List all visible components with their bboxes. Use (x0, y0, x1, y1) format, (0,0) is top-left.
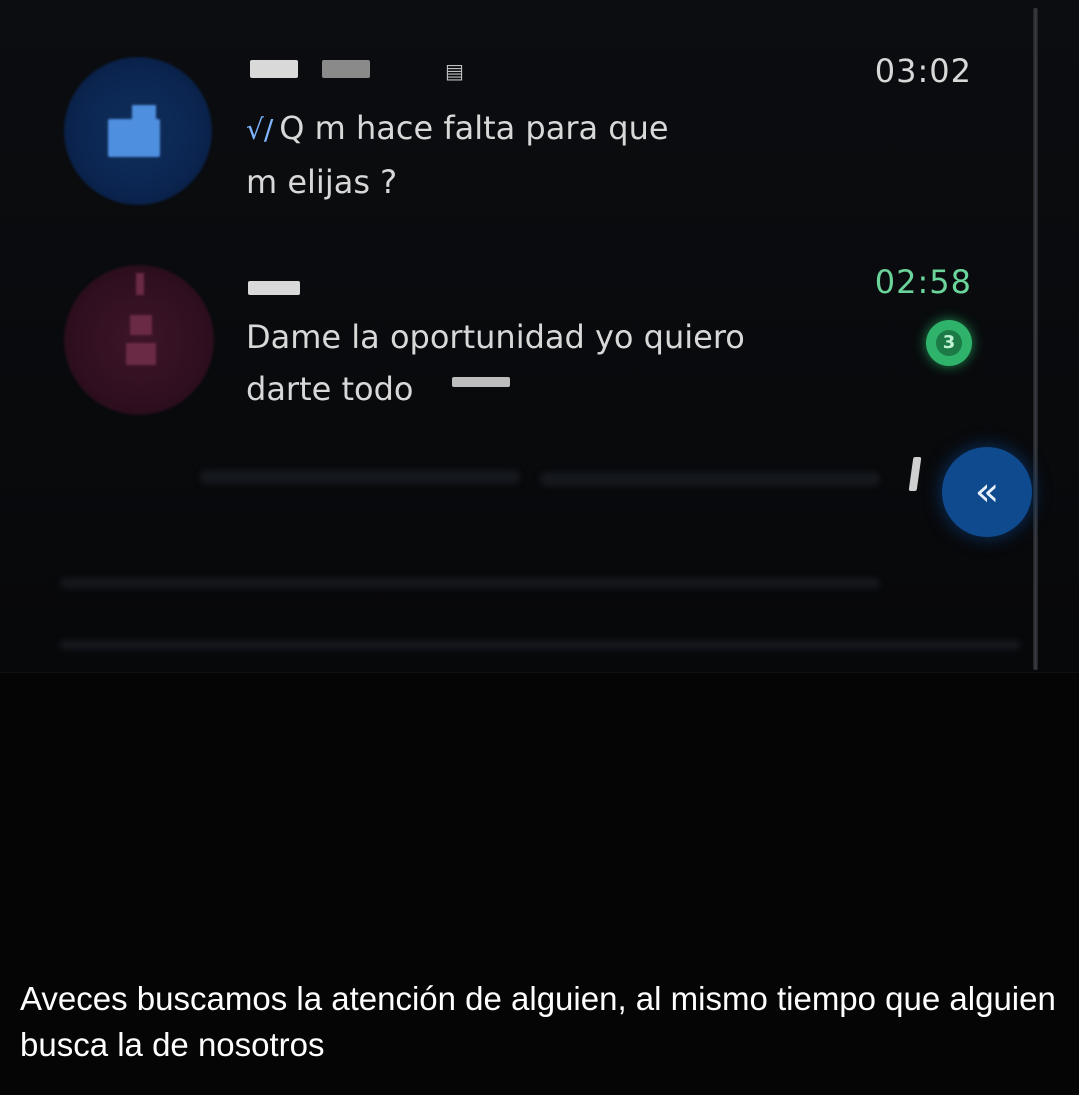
avatar-glyph (136, 273, 144, 295)
last-message: √/Q m hace falta para que m elijas ? (246, 102, 846, 208)
screen-edge (1033, 8, 1038, 670)
avatar-glyph (126, 343, 156, 365)
chat-time: 02:58 (874, 263, 972, 301)
avatar[interactable] (64, 57, 212, 205)
redacted-contact-name (248, 281, 300, 295)
chat-list-screen: ▤ 03:02 √/Q m hace falta para que m elij… (0, 0, 1079, 673)
blurred-content (540, 472, 880, 486)
avatar[interactable] (64, 265, 214, 415)
blurred-content (200, 470, 520, 484)
read-receipt-icon: √/ (246, 113, 274, 146)
chat-list-item[interactable]: 02:58 Dame la oportunidad yo quiero dart… (0, 245, 1030, 435)
scroll-to-top-button[interactable]: « (942, 447, 1032, 537)
chat-time: 03:02 (874, 52, 972, 90)
blurred-content (60, 640, 1020, 650)
last-message-text: Dame la oportunidad yo quiero darte todo (246, 318, 745, 408)
redacted-contact-name (250, 60, 298, 78)
unread-badge: 3 (926, 320, 972, 366)
redacted-emoji (452, 377, 510, 387)
scroll-indicator (908, 457, 922, 491)
caption-text: Aveces buscamos la atención de alguien, … (20, 980, 1056, 1063)
blurred-content (60, 578, 880, 588)
double-chevron-left-icon: « (974, 469, 1000, 515)
note-icon: ▤ (445, 59, 464, 83)
avatar-glyph (130, 315, 152, 335)
last-message-text: Q m hace falta para que m elijas ? (246, 109, 669, 201)
redacted-contact-name (322, 60, 370, 78)
chat-list-item[interactable]: ▤ 03:02 √/Q m hace falta para que m elij… (0, 40, 1030, 220)
avatar-glyph (132, 105, 156, 125)
unread-count: 3 (936, 330, 962, 356)
